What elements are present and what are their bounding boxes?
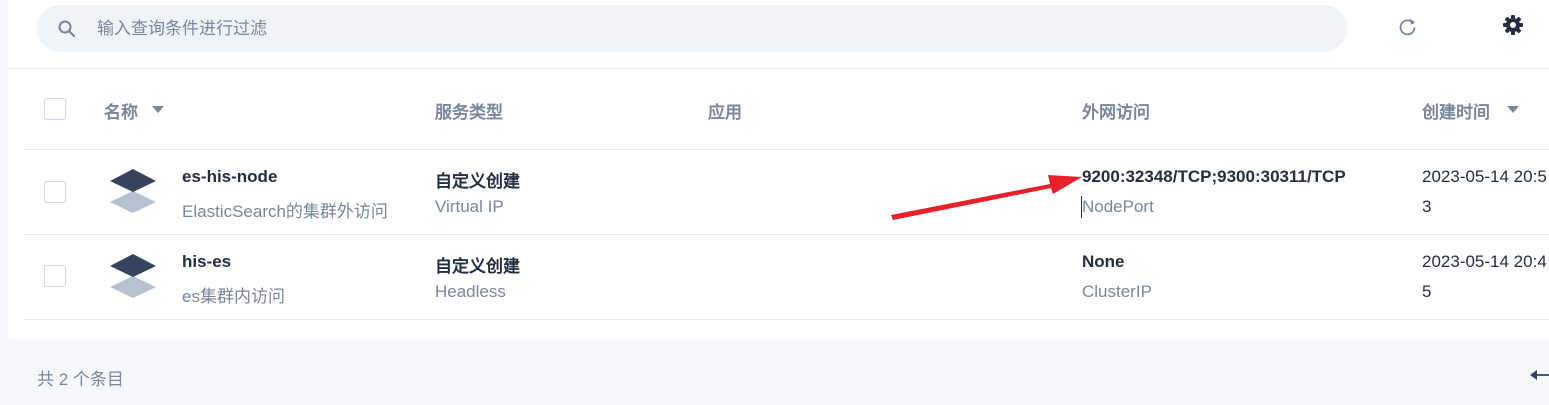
column-header-external-access: 外网访问 xyxy=(1082,103,1150,122)
column-header-app: 应用 xyxy=(708,103,742,122)
services-table: 名称 服务类型 应用 外网访问 创建时间 es-his-node Elastic… xyxy=(8,68,1549,339)
row-checkbox[interactable] xyxy=(44,265,66,287)
toolbar xyxy=(8,0,1549,68)
sort-down-icon[interactable] xyxy=(152,106,164,114)
gear-icon[interactable] xyxy=(1502,14,1524,36)
column-header-service-type: 服务类型 xyxy=(435,103,503,122)
row-checkbox[interactable] xyxy=(44,181,66,203)
column-header-created-time[interactable]: 创建时间 xyxy=(1422,98,1490,123)
created-time: 2023-05-14 20:4 xyxy=(1422,252,1547,271)
row-divider xyxy=(24,319,1549,320)
created-time: 2023-05-14 20:5 xyxy=(1422,167,1547,186)
created-time-wrap: 3 xyxy=(1422,197,1432,216)
select-all-checkbox[interactable] xyxy=(44,98,66,120)
text-cursor xyxy=(1081,196,1082,218)
search-icon xyxy=(58,20,76,38)
service-subtype: Headless xyxy=(435,282,506,301)
service-name-link[interactable]: es-his-node xyxy=(182,167,277,187)
refresh-icon[interactable] xyxy=(1398,17,1418,37)
service-description: ElasticSearch的集群外访问 xyxy=(182,202,388,221)
sort-down-icon[interactable] xyxy=(1507,106,1519,114)
column-header-name[interactable]: 名称 xyxy=(104,98,138,123)
row-divider xyxy=(24,234,1549,235)
arrow-left-icon[interactable] xyxy=(1530,368,1549,382)
access-type: ClusterIP xyxy=(1082,282,1152,301)
service-type: 自定义创建 xyxy=(435,172,520,191)
service-name-link[interactable]: his-es xyxy=(182,252,231,272)
service-subtype: Virtual IP xyxy=(435,197,504,216)
service-type: 自定义创建 xyxy=(435,257,520,276)
access-type: NodePort xyxy=(1082,197,1154,216)
service-description: es集群内访问 xyxy=(182,287,285,306)
service-icon xyxy=(110,254,156,298)
search-input[interactable] xyxy=(97,5,1297,52)
table-footer: 共 2 个条目 xyxy=(8,338,1549,405)
search-bar[interactable] xyxy=(37,5,1347,52)
row-divider xyxy=(24,149,1549,150)
service-icon xyxy=(110,169,156,213)
external-access-ports: None xyxy=(1082,252,1125,271)
created-time-wrap: 5 xyxy=(1422,282,1432,301)
total-count: 共 2 个条目 xyxy=(37,370,124,389)
external-access-ports: 9200:32348/TCP;9300:30311/TCP xyxy=(1082,167,1346,186)
